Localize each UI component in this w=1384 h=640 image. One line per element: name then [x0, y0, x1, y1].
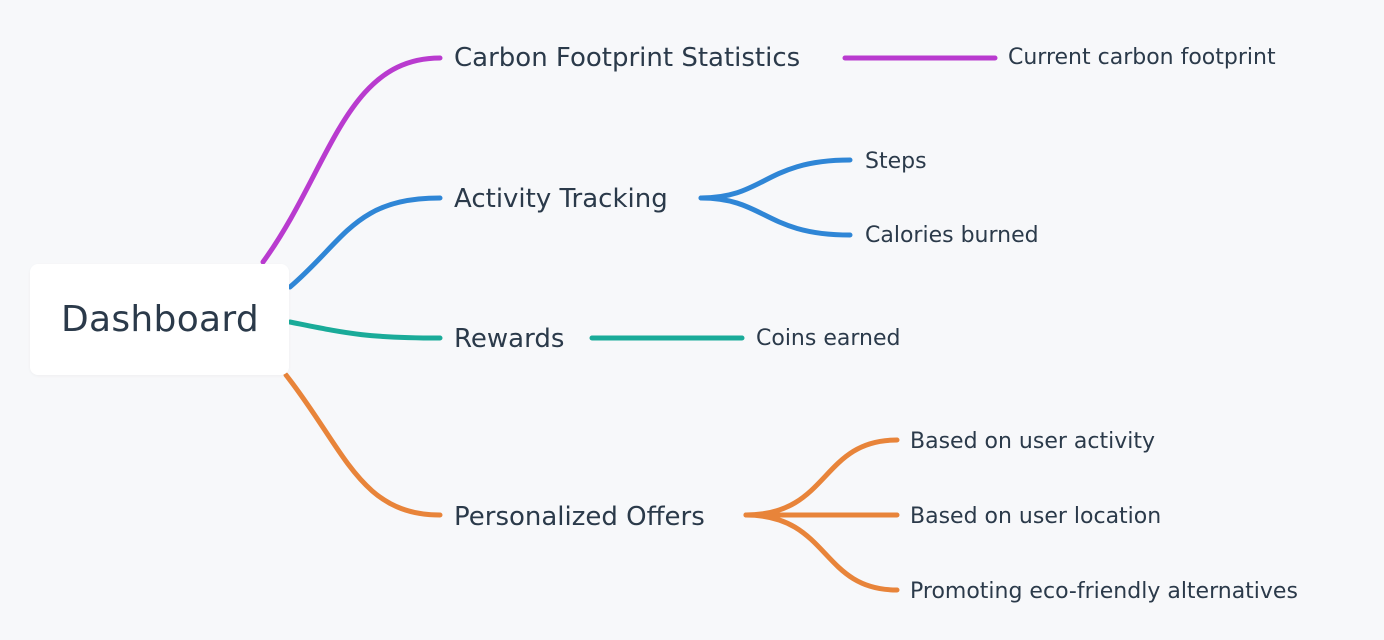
connector-to-calories-burned [698, 195, 853, 238]
connector-root-to-carbon-footprint-statistics [260, 55, 443, 265]
connector-root-to-activity-tracking [287, 195, 443, 290]
leaf-label-promoting-eco-friendly-alternatives[interactable]: Promoting eco-friendly alternatives [910, 578, 1298, 606]
leaf-label-coins-earned[interactable]: Coins earned [756, 325, 900, 353]
branch-label-personalized-offers[interactable]: Personalized Offers [454, 501, 705, 533]
branch-label-activity-tracking[interactable]: Activity Tracking [454, 183, 668, 215]
leaf-label-steps[interactable]: Steps [865, 148, 927, 176]
leaf-label-based-on-user-location[interactable]: Based on user location [910, 503, 1161, 531]
connector-to-steps [698, 157, 853, 201]
connector-to-based-on-user-activity [743, 437, 900, 518]
connector-root-to-personalized-offers [283, 372, 443, 518]
branch-label-rewards[interactable]: Rewards [454, 323, 564, 355]
connector-root-to-rewards [287, 319, 443, 341]
root-node-label[interactable]: Dashboard [61, 298, 259, 342]
leaf-label-calories-burned[interactable]: Calories burned [865, 222, 1039, 250]
branch-label-carbon-footprint-statistics[interactable]: Carbon Footprint Statistics [454, 42, 800, 74]
leaf-label-based-on-user-activity[interactable]: Based on user activity [910, 428, 1155, 456]
connector-to-promoting-eco-friendly-alternatives [743, 512, 900, 593]
leaf-label-current-carbon-footprint[interactable]: Current carbon footprint [1008, 44, 1276, 72]
